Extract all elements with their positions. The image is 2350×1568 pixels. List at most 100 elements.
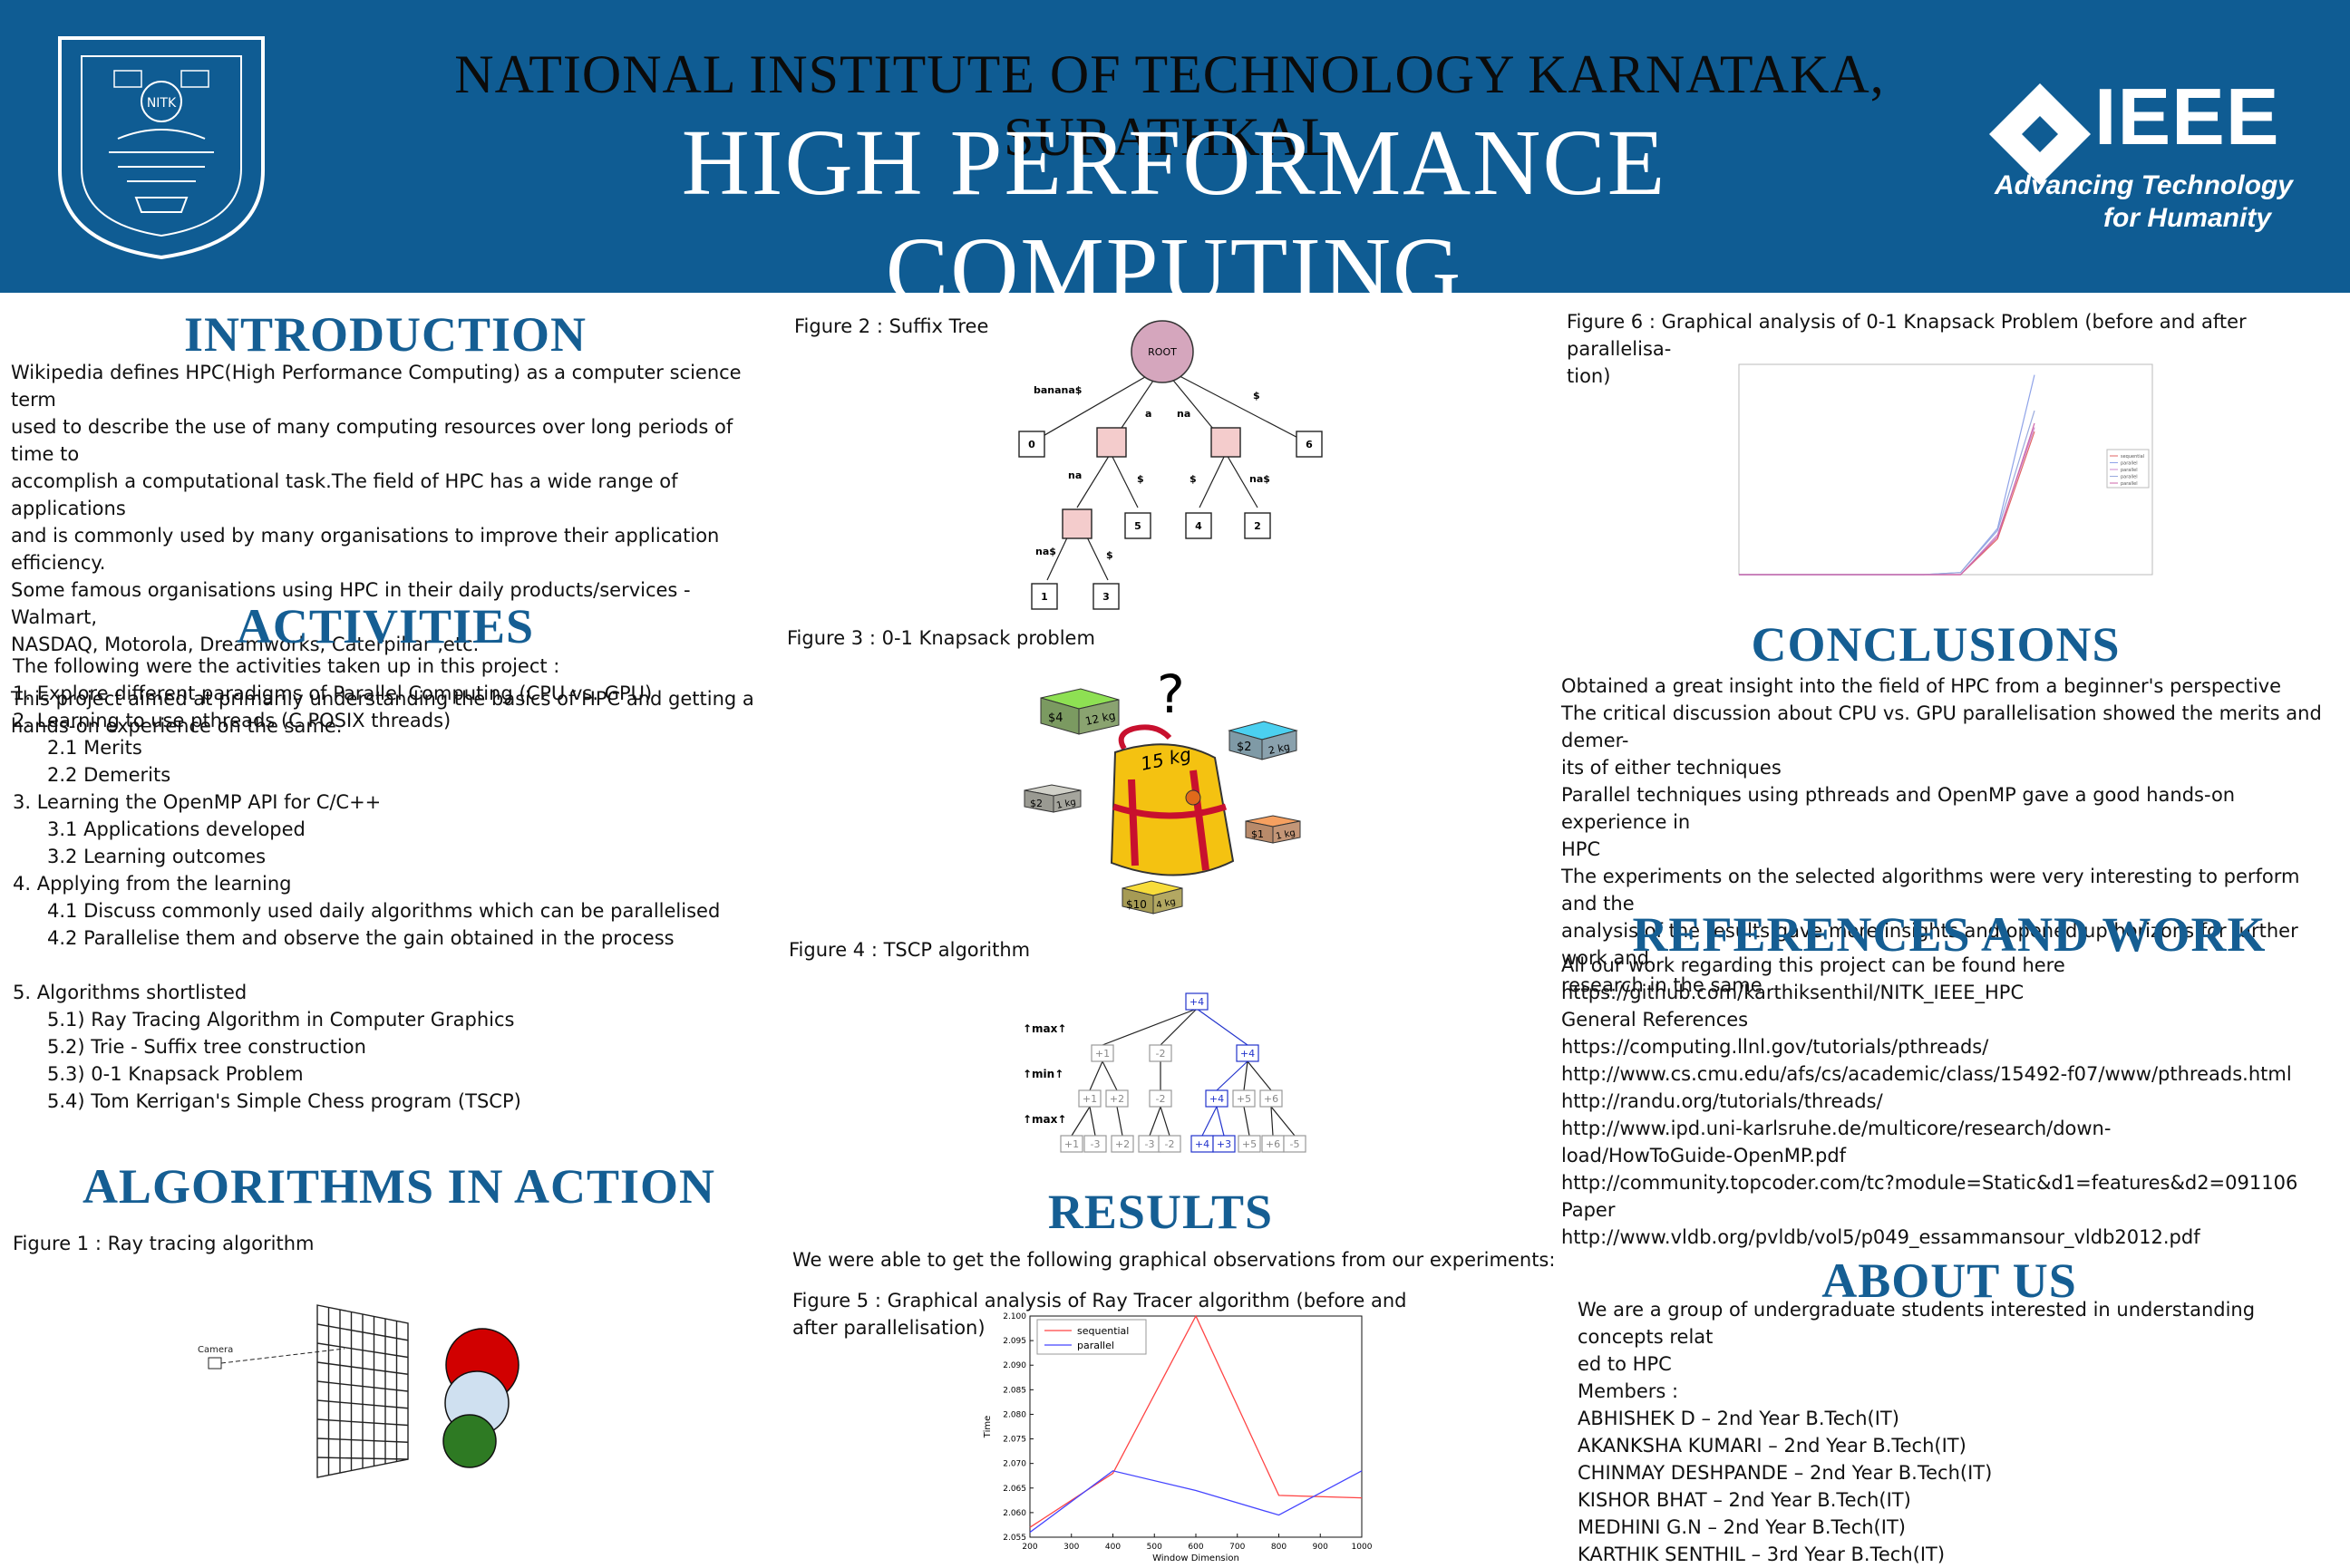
- ray-tracer-line-chart: 200 300 400 500 600 700 800 900 1000 2.055 2.060 2.…: [983, 1312, 1373, 1563]
- about-line: Members :: [1578, 1380, 1679, 1402]
- item-value: $1: [1251, 828, 1264, 840]
- figure-4-tscp: +4 +1 -2 +4 +1 +2 -2 +4 +5 +6 +1 -3 +2 -3 -2 +4 +3 +5 +6 -5…: [1006, 983, 1333, 1160]
- figure-2-suffix-tree: ROOT banana$ a na $ na $ $ na$ na$ $ 0 6…: [1006, 317, 1369, 625]
- tree-node-label: +5: [1237, 1093, 1251, 1105]
- ieee-tagline-2: for Humanity: [2103, 203, 2272, 233]
- x-tick-label: 1000: [1352, 1543, 1373, 1552]
- legend-label: parallel: [1077, 1340, 1114, 1351]
- poster-title: HIGH PERFORMANCE COMPUTING: [681, 111, 1667, 323]
- conclusion-line: Parallel techniques using pthreads and O…: [1561, 784, 2236, 833]
- x-axis-label: Window Dimension: [1152, 1553, 1239, 1563]
- x-tick-label: 600: [1188, 1543, 1203, 1552]
- results-intro: We were able to get the following graphi…: [792, 1249, 1556, 1271]
- edge-label: $: [1253, 390, 1260, 402]
- conclusions-heading: CONCLUSIONS: [1751, 617, 2121, 672]
- edge-label: na$: [1249, 473, 1270, 485]
- tree-node-label: +4: [1240, 1048, 1255, 1060]
- tree-edge: [1243, 1106, 1250, 1137]
- tree-node-label: +4: [1190, 996, 1204, 1008]
- activity-item: 2.1 Merits: [47, 737, 142, 759]
- tree-edge: [1270, 1106, 1274, 1137]
- activity-item: 3.1 Applications developed: [47, 818, 306, 840]
- tree-node-label: +3: [1217, 1138, 1231, 1150]
- activity-item: 2. Learning to use pthreads (C POSIX thr…: [13, 710, 452, 731]
- activity-item: 1. Explore different paradigms of Parall…: [13, 682, 653, 704]
- suffix-root-label: ROOT: [1148, 346, 1177, 358]
- about-line: AKANKSHA KUMARI – 2nd Year B.Tech(IT): [1578, 1435, 1966, 1457]
- edge-label: na: [1177, 408, 1190, 420]
- tree-edge: [1116, 1106, 1123, 1137]
- y-tick-label: 2.060: [1003, 1509, 1026, 1518]
- edge-label: $: [1137, 473, 1144, 485]
- x-tick-label: 900: [1313, 1543, 1328, 1552]
- tree-node-label: -2: [1156, 1093, 1166, 1105]
- tree-node-label: +1: [1095, 1048, 1110, 1060]
- minimax-level-label: ↑max↑: [1023, 1022, 1066, 1035]
- about-line: KARTHIK SENTHIL – 3rd Year B.Tech(IT): [1578, 1544, 1946, 1565]
- tree-edge: [1089, 1060, 1103, 1091]
- legend-label: parallel: [2121, 461, 2138, 467]
- activity-item: 5.1) Ray Tracing Algorithm in Computer G…: [47, 1009, 515, 1031]
- y-tick-label: 2.100: [1003, 1312, 1026, 1321]
- item-value: $2: [1237, 740, 1252, 754]
- reference-line[interactable]: http://community.topcoder.com/tc?module=…: [1561, 1169, 2341, 1196]
- reference-line[interactable]: http://www.vldb.org/pvldb/vol5/p049_essa…: [1561, 1224, 2341, 1251]
- leaf-label: 2: [1254, 520, 1261, 532]
- reference-line[interactable]: http://randu.org/tutorials/threads/: [1561, 1088, 2341, 1115]
- tree-node-label: +4: [1195, 1138, 1209, 1150]
- edge-label: $: [1106, 549, 1113, 561]
- tree-edge: [1102, 1060, 1118, 1091]
- y-tick-label: 2.070: [1003, 1460, 1026, 1469]
- reference-line: All our work regarding this project can …: [1561, 954, 2065, 976]
- x-tick-label: 500: [1147, 1543, 1162, 1552]
- seal-inner-text: NITK: [147, 96, 177, 111]
- reference-line[interactable]: http://www.cs.cmu.edu/afs/cs/academic/cl…: [1561, 1060, 2341, 1088]
- legend-label: sequential: [1077, 1325, 1129, 1337]
- x-tick-label: 700: [1229, 1543, 1245, 1552]
- intro-line: used to describe the use of many computi…: [11, 416, 733, 465]
- knapsack-line-chart: sequentialparallelparallelparallelparall…: [1738, 363, 2153, 576]
- knapsack-diagram: ? 15 kg $4 12 kg $2 2 kg $2 1 kg $1 1 kg: [1024, 671, 1301, 915]
- tree-node-label: +5: [1242, 1138, 1257, 1150]
- image-plane-grid: [316, 1304, 409, 1478]
- activity-item: 5.2) Trie - Suffix tree construction: [47, 1036, 366, 1058]
- conclusion-line: HPC: [1561, 838, 1601, 860]
- tree-node-label: +2: [1110, 1093, 1124, 1105]
- item-value: $2: [1030, 798, 1043, 809]
- edge-label: na: [1068, 469, 1082, 481]
- tree-edge: [1247, 1060, 1272, 1091]
- item-value: $4: [1048, 711, 1063, 725]
- leaf-label: 6: [1306, 439, 1313, 450]
- activity-item: [13, 952, 783, 979]
- tree-node-label: +6: [1264, 1093, 1278, 1105]
- tree-edge: [1160, 1106, 1170, 1137]
- intro-line: Wikipedia defines HPC(High Performance C…: [11, 362, 742, 411]
- reference-line[interactable]: http://www.ipd.uni-karlsruhe.de/multicor…: [1561, 1115, 2341, 1142]
- edge-label: banana$: [1034, 384, 1082, 396]
- x-tick-label: 300: [1063, 1543, 1079, 1552]
- tree-edge: [1160, 1008, 1198, 1046]
- y-tick-label: 2.085: [1003, 1386, 1026, 1395]
- y-tick-label: 2.055: [1003, 1534, 1026, 1543]
- activity-item: 3.2 Learning outcomes: [47, 846, 267, 867]
- y-tick-label: 2.090: [1003, 1361, 1026, 1370]
- algorithms-heading: ALGORITHMS IN ACTION: [82, 1159, 716, 1214]
- nitk-seal-logo: NITK: [58, 36, 265, 260]
- y-tick-label: 2.075: [1003, 1436, 1026, 1445]
- activities-heading: ACTIVITIES: [236, 599, 535, 653]
- tree-node-label: -3: [1091, 1138, 1101, 1150]
- ieee-logo: IEEE Advancing Technology for Humanity: [1986, 71, 2330, 243]
- activity-item: 5. Algorithms shortlisted: [13, 982, 248, 1003]
- legend-label: parallel: [2121, 475, 2138, 480]
- activity-item: 3. Learning the OpenMP API for C/C++: [13, 791, 382, 813]
- reference-line[interactable]: https://computing.llnl.gov/tutorials/pth…: [1561, 1033, 2341, 1060]
- reference-line[interactable]: https://github.com/karthiksenthil/NITK_I…: [1561, 979, 2341, 1006]
- legend-label: parallel: [2121, 481, 2138, 487]
- activity-item: 4.1 Discuss commonly used daily algorith…: [47, 900, 721, 922]
- leaf-label: 3: [1102, 591, 1110, 603]
- intro-line: accomplish a computational task.The fiel…: [11, 470, 678, 519]
- figure-6-caption-line-1: Figure 6 : Graphical analysis of 0-1 Kna…: [1567, 311, 2247, 360]
- x-tick-label: 800: [1271, 1543, 1287, 1552]
- tree-node-label: +1: [1064, 1138, 1079, 1150]
- reference-line[interactable]: load/HowToGuide-OpenMP.pdf: [1561, 1142, 2341, 1169]
